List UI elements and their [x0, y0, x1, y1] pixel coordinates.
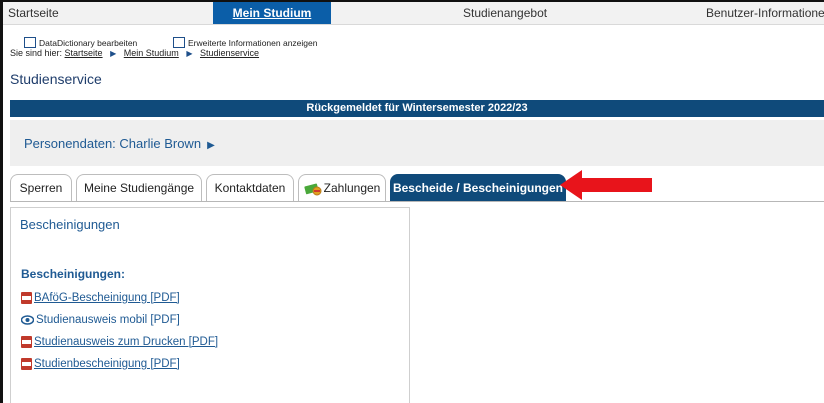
person-data-link[interactable]: Personendaten: Charlie Brown ▶ — [24, 136, 215, 151]
tab-bescheide-bescheinigungen[interactable]: Bescheide / Bescheinigungen — [390, 174, 566, 201]
status-badge: Rückgemeldet für Wintersemester 2022/23 — [10, 100, 824, 117]
link-studienbescheinigung[interactable]: Studienbescheinigung [PDF] — [21, 358, 180, 370]
eye-icon — [21, 315, 34, 325]
window-frame-left — [0, 0, 3, 403]
chevron-right-icon: ▶ — [110, 49, 117, 58]
breadcrumb: Sie sind hier: Startseite ▶ Mein Studium… — [10, 48, 259, 58]
tab-zahlungen-label: Zahlungen — [323, 181, 381, 195]
page-title: Studienservice — [10, 71, 102, 87]
link-studienausweis-mobil[interactable]: Studienausweis mobil [PDF] — [21, 314, 180, 326]
link-label: Studienausweis zum Drucken [PDF] — [34, 336, 219, 348]
nav-mein-studium[interactable]: Mein Studium — [213, 2, 331, 24]
tabs-divider — [10, 201, 824, 202]
breadcrumb-mein-studium[interactable]: Mein Studium — [124, 48, 179, 58]
breadcrumb-studienservice[interactable]: Studienservice — [200, 48, 259, 58]
erweitert-label: Erweiterte Informationen anzeigen — [188, 37, 318, 48]
link-label: Studienbescheinigung [PDF] — [34, 358, 180, 370]
money-icon — [304, 183, 322, 196]
link-studienausweis-drucken[interactable]: Studienausweis zum Drucken [PDF] — [21, 336, 218, 348]
chevron-right-icon: ▶ — [207, 140, 215, 151]
tab-meine-studiengaenge[interactable]: Meine Studiengänge — [76, 174, 202, 201]
chevron-right-icon: ▶ — [186, 49, 193, 58]
tab-zahlungen[interactable]: Zahlungen — [298, 174, 386, 201]
datadictionary-option[interactable]: DataDictionary bearbeiten — [24, 37, 137, 48]
panel-title: Bescheinigungen — [20, 217, 120, 232]
pdf-icon — [21, 292, 32, 304]
person-data-label: Personendaten: Charlie Brown — [24, 136, 202, 151]
red-arrow-icon — [560, 170, 652, 200]
erweitert-checkbox[interactable] — [173, 37, 185, 48]
link-label: BAföG-Bescheinigung [PDF] — [34, 292, 180, 304]
nav-studienangebot[interactable]: Studienangebot — [463, 2, 583, 24]
nav-startseite[interactable]: Startseite — [8, 2, 98, 24]
top-navigation: Startseite Mein Studium Studienangebot B… — [3, 2, 824, 25]
nav-benutzer-informationen[interactable]: Benutzer-Informatione — [706, 2, 824, 24]
datadictionary-label: DataDictionary bearbeiten — [39, 37, 138, 48]
person-data-box: Personendaten: Charlie Brown ▶ — [10, 120, 824, 166]
link-bafoeg-bescheinigung[interactable]: BAföG-Bescheinigung [PDF] — [21, 292, 180, 304]
breadcrumb-startseite[interactable]: Startseite — [65, 48, 103, 58]
link-label: Studienausweis mobil [PDF] — [36, 314, 180, 326]
tab-kontaktdaten[interactable]: Kontaktdaten — [206, 174, 294, 201]
pdf-icon — [21, 336, 32, 348]
section-heading: Bescheinigungen: — [21, 267, 126, 281]
bescheinigungen-panel: Bescheinigungen Bescheinigungen: BAföG-B… — [10, 207, 410, 403]
breadcrumb-prefix: Sie sind hier: — [10, 48, 63, 58]
pdf-icon — [21, 358, 32, 370]
erweitert-option[interactable]: Erweiterte Informationen anzeigen — [173, 37, 317, 48]
tab-sperren[interactable]: Sperren — [10, 174, 72, 201]
datadictionary-checkbox[interactable] — [24, 37, 36, 48]
